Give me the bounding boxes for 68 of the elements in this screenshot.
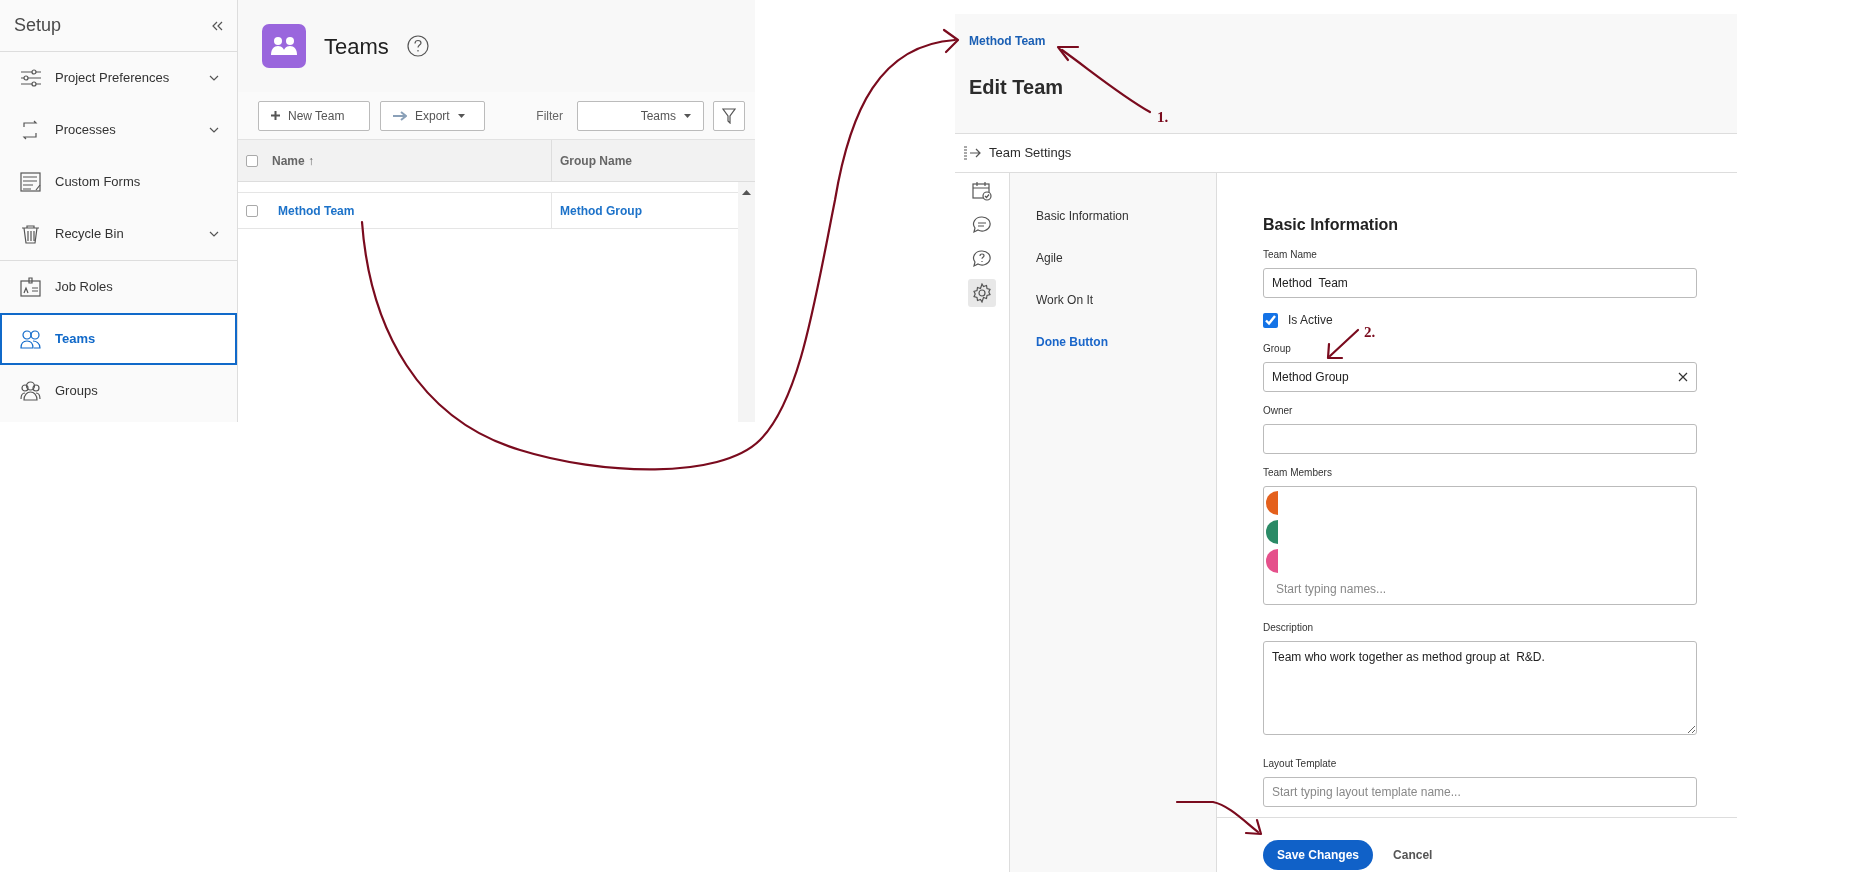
people-icon — [20, 329, 41, 349]
sidebar-item[interactable]: Recycle Bin — [0, 208, 237, 260]
team-name-field[interactable]: Method Team — [1263, 268, 1697, 298]
chat-icon[interactable] — [972, 215, 992, 235]
column-header[interactable]: Name ↑ — [272, 151, 315, 170]
description-field[interactable]: Team who work together as method group at R&D. — [1263, 641, 1697, 735]
field-label: Team Name — [1263, 248, 1318, 262]
annotation-arrow — [1326, 328, 1360, 360]
sidebar-item[interactable]: Job Roles — [0, 261, 237, 313]
sidebar-item[interactable]: Project Preferences — [0, 52, 237, 104]
calendar-icon[interactable] — [972, 181, 992, 201]
checkbox-label: Is Active — [1288, 312, 1333, 329]
page-title: Teams — [324, 32, 389, 61]
nav-link[interactable]: Work On It — [1036, 293, 1216, 307]
filter-label: Filter — [536, 107, 563, 125]
field-label: Description — [1263, 621, 1315, 635]
nav-link[interactable]: Done Button — [1036, 335, 1216, 349]
active-checkbox[interactable] — [1263, 312, 1278, 328]
field-label: Owner — [1263, 404, 1294, 418]
layout-template-field[interactable]: Start typing layout template name... — [1263, 776, 1697, 807]
filter-dropdown[interactable]: Teams — [577, 100, 704, 131]
filter-button[interactable] — [713, 100, 745, 131]
sidebar-item[interactable]: Custom Forms — [0, 156, 237, 208]
select-all-checkbox[interactable] — [246, 154, 258, 167]
new-team-button[interactable]: New Team — [258, 100, 370, 131]
plus-icon — [271, 111, 280, 120]
section-title: Team Settings — [989, 144, 1072, 163]
arrow-right-icon — [393, 110, 407, 121]
annotation-number: 2. — [1364, 324, 1376, 340]
help-bubble-icon[interactable] — [972, 249, 992, 269]
field-label: Team Members — [1263, 466, 1333, 480]
column-header[interactable]: Group Name — [560, 151, 632, 170]
page-title: Edit Team — [969, 75, 1065, 100]
sidebar-title: Setup — [14, 14, 62, 37]
team-members-field[interactable]: Start typing names... — [1263, 486, 1697, 605]
sidebar-item[interactable]: Groups — [0, 365, 237, 417]
help-icon — [406, 35, 429, 57]
group-icon — [20, 381, 41, 401]
sidebar-item[interactable]: Processes — [0, 104, 237, 156]
id-badge-icon — [20, 277, 41, 297]
annotation-number: 1. — [1157, 109, 1169, 125]
caret-icon — [457, 113, 465, 118]
nav-link[interactable]: Agile — [1036, 251, 1216, 265]
group-field[interactable]: Method Group — [1263, 362, 1697, 392]
export-button[interactable]: Export — [380, 100, 485, 131]
nav-link[interactable]: Basic Information — [1036, 209, 1216, 223]
trash-icon — [20, 224, 41, 244]
field-label: Group — [1263, 342, 1292, 356]
sliders-icon — [20, 68, 41, 88]
team-icon — [262, 24, 306, 68]
scroll-up-icon — [742, 190, 751, 195]
owner-field[interactable] — [1263, 424, 1697, 454]
section-heading: Basic Information — [1263, 215, 1400, 235]
sidebar-item[interactable]: Teams — [0, 313, 237, 365]
group-link[interactable]: Method Group — [560, 201, 642, 220]
funnel-icon — [722, 107, 736, 124]
save-button[interactable]: Save Changes — [1263, 839, 1374, 870]
breadcrumb-link[interactable]: Method Team — [969, 32, 1723, 50]
settings-icon[interactable] — [972, 283, 992, 303]
row-checkbox[interactable] — [246, 204, 258, 217]
cancel-button[interactable]: Cancel — [1393, 845, 1433, 864]
form-list-icon — [20, 172, 41, 192]
field-label: Layout Template — [1263, 756, 1338, 771]
collapse-icon — [211, 19, 223, 32]
team-link[interactable]: Method Team — [278, 201, 355, 220]
panel-toggle-icon — [963, 146, 981, 160]
close-icon — [1678, 372, 1688, 382]
caret-icon — [684, 113, 691, 118]
